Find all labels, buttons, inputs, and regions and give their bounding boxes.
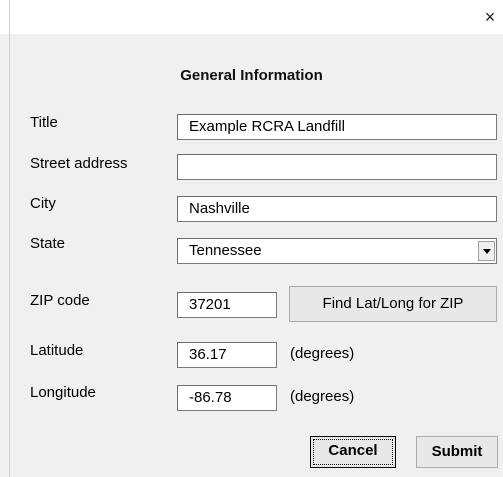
title-bar: × <box>0 0 503 34</box>
section-heading: General Information <box>180 67 323 84</box>
find-lat-long-button[interactable]: Find Lat/Long for ZIP <box>289 286 497 322</box>
street-address-field[interactable] <box>177 154 497 180</box>
cancel-button[interactable]: Cancel <box>310 436 396 468</box>
latitude-unit: (degrees) <box>290 345 355 362</box>
longitude-label: Longitude <box>30 384 96 401</box>
state-label: State <box>30 235 66 252</box>
city-field[interactable]: Nashville <box>177 196 497 222</box>
latitude-field[interactable]: 36.17 <box>177 342 277 368</box>
chevron-down-icon[interactable] <box>478 241 495 261</box>
zip-label: ZIP code <box>30 292 90 309</box>
title-field[interactable]: Example RCRA Landfill <box>177 114 497 140</box>
latitude-label: Latitude <box>30 342 84 359</box>
state-select[interactable]: Tennessee <box>177 238 497 264</box>
zip-field[interactable]: 37201 <box>177 292 277 318</box>
longitude-unit: (degrees) <box>290 388 355 405</box>
submit-button[interactable]: Submit <box>416 436 498 468</box>
close-icon[interactable]: × <box>477 4 503 30</box>
longitude-field[interactable]: -86.78 <box>177 385 277 411</box>
city-label: City <box>30 195 56 212</box>
state-selected-value: Tennessee <box>189 242 262 259</box>
street-address-label: Street address <box>30 155 128 172</box>
title-label: Title <box>30 114 58 131</box>
